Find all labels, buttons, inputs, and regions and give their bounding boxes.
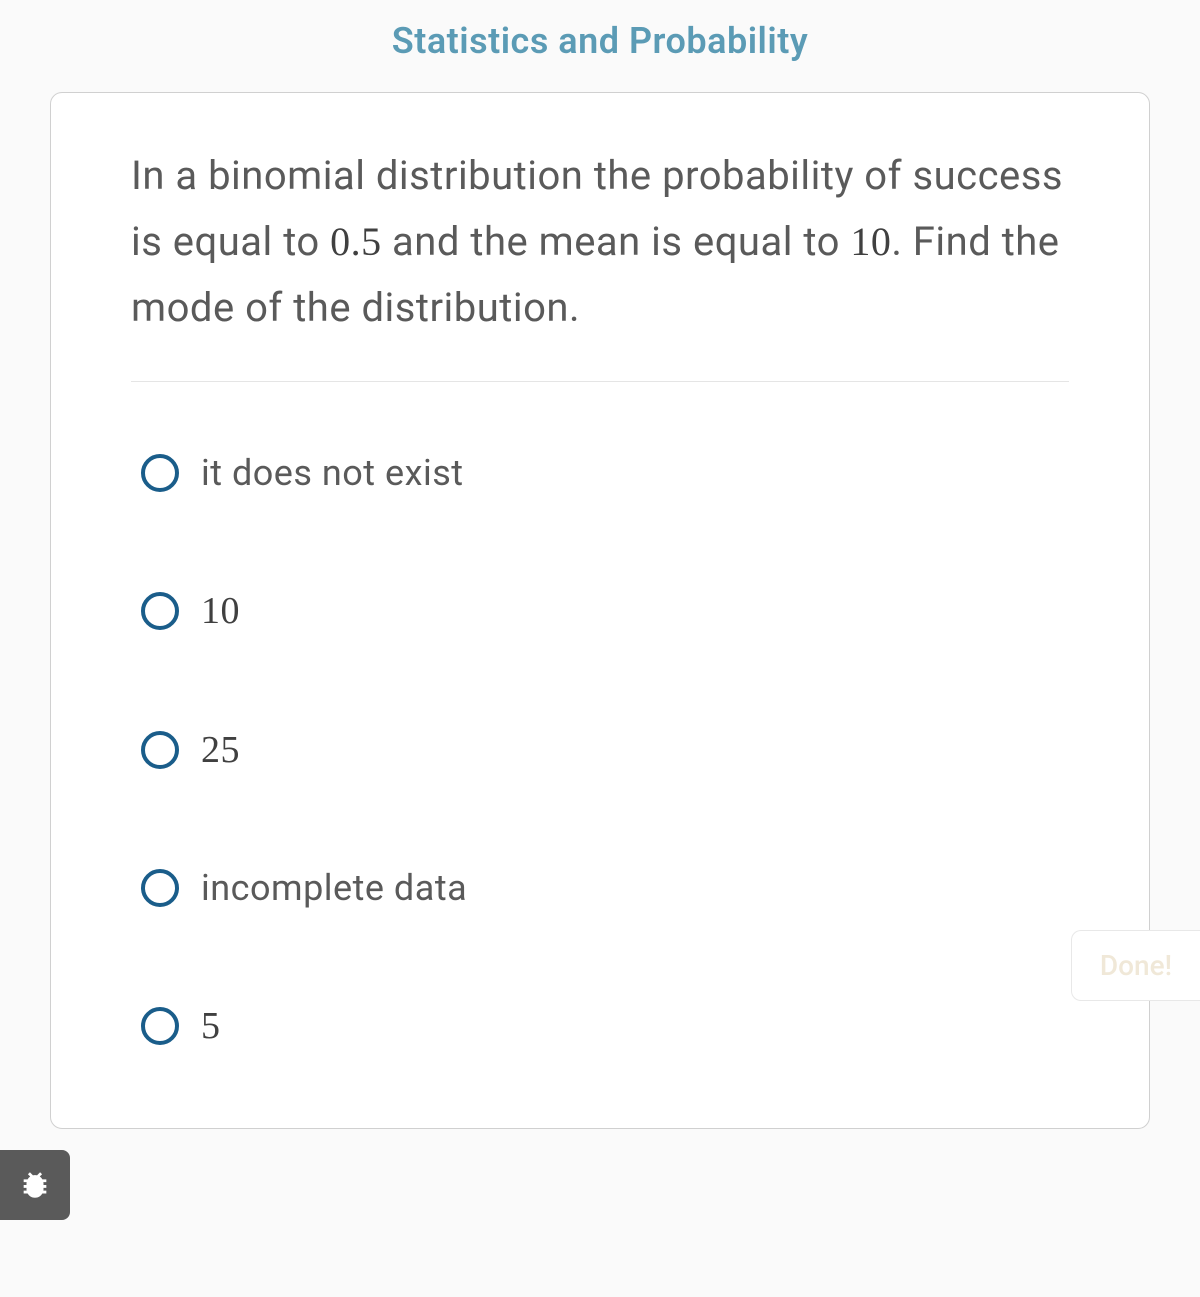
question-text: In a binomial distribution the probabili… [131,143,1069,382]
done-tab[interactable]: Done! [1071,930,1200,1001]
question-value-2: 10 [850,219,891,264]
options-list: it does not exist 10 25 incomplete data … [131,452,1069,1048]
question-value-1: 0.5 [330,219,382,264]
option-3[interactable]: 25 [141,728,1069,772]
radio-icon [141,869,179,907]
option-label: incomplete data [201,867,467,909]
done-tab-label: Done! [1100,949,1172,982]
question-card: In a binomial distribution the probabili… [50,92,1150,1129]
option-1[interactable]: it does not exist [141,452,1069,494]
option-5[interactable]: 5 [141,1004,1069,1048]
radio-icon [141,592,179,630]
radio-icon [141,1007,179,1045]
option-2[interactable]: 10 [141,589,1069,633]
bug-icon [18,1168,52,1202]
radio-icon [141,731,179,769]
bug-report-button[interactable] [0,1150,70,1220]
page-title: Statistics and Probability [0,0,1200,92]
radio-icon [141,454,179,492]
option-4[interactable]: incomplete data [141,867,1069,909]
option-label: 5 [201,1004,221,1048]
option-label: 25 [201,728,240,772]
question-text-part2: and the mean is equal to [382,218,851,265]
option-label: it does not exist [201,452,464,494]
option-label: 10 [201,589,240,633]
